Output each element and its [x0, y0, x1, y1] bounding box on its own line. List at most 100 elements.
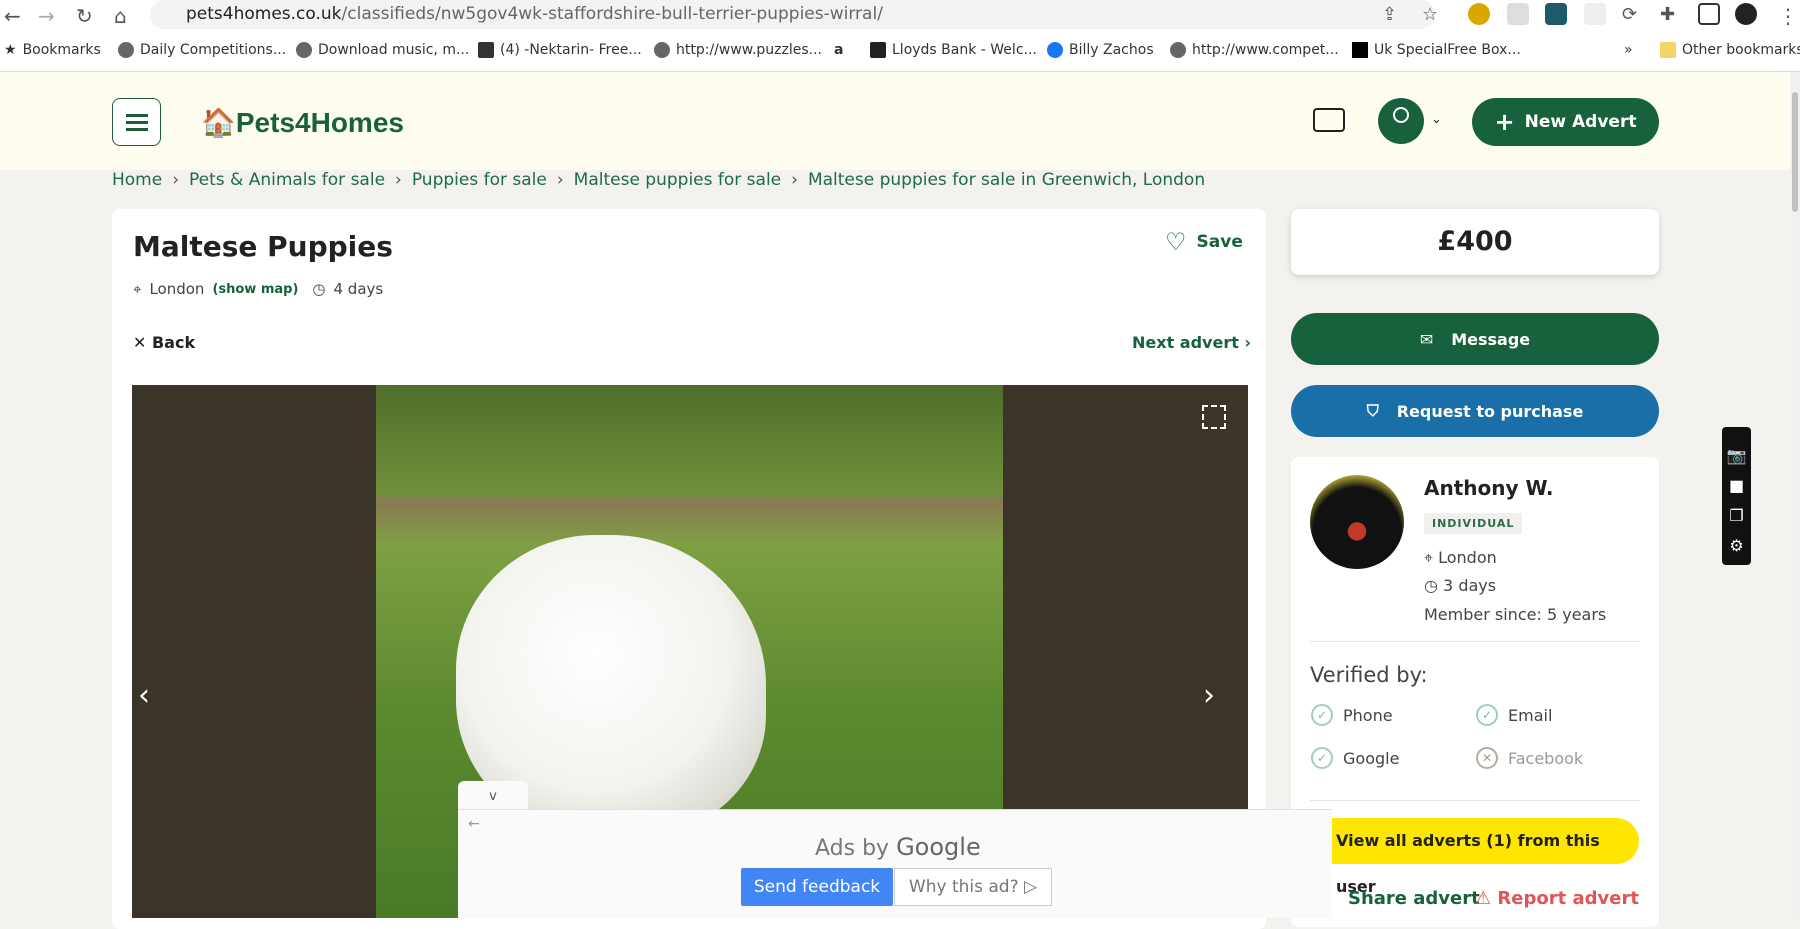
address-bar[interactable]: pets4homes.co.uk/classifieds/nw5gov4wk-s…: [150, 0, 1435, 29]
google-wordmark: Google: [896, 833, 981, 861]
user-account-button[interactable]: [1378, 98, 1424, 144]
save-button[interactable]: ♡ Save: [1165, 228, 1243, 256]
divider: [1310, 641, 1640, 642]
send-feedback-button[interactable]: Send feedback: [741, 868, 893, 906]
save-label: Save: [1196, 232, 1243, 252]
check-circle-icon: ✓: [1311, 747, 1333, 769]
bookmark[interactable]: Uk SpecialFree Box...: [1352, 42, 1521, 58]
why-this-ad-button[interactable]: Why this ad? ▷: [894, 868, 1052, 906]
share-icon[interactable]: ⇪: [1382, 4, 1397, 25]
bookmark[interactable]: http://www.compet...: [1170, 42, 1339, 58]
chevron-right-icon: ›: [395, 170, 402, 190]
seller-location: ⌖ London: [1424, 548, 1497, 568]
star-icon[interactable]: ☆: [1422, 4, 1438, 25]
bookmark[interactable]: Daily Competitions...: [118, 42, 286, 58]
bookmark[interactable]: Download music, m...: [296, 42, 469, 58]
member-since-value: 5 years: [1546, 605, 1607, 624]
view-all-adverts-button[interactable]: View all adverts (1) from this user: [1332, 818, 1639, 896]
bookmark-label: Uk SpecialFree Box...: [1374, 42, 1521, 58]
bookmark-label: http://www.puzzles...: [676, 42, 823, 58]
message-button[interactable]: ✉ Message: [1291, 313, 1659, 365]
verified-label: Google: [1343, 748, 1400, 768]
bookmarks-star[interactable]: ★ Bookmarks: [4, 42, 101, 58]
seller-location-text: London: [1438, 548, 1497, 567]
globe-icon: [654, 42, 670, 58]
chevron-down-icon[interactable]: ⌄: [1431, 112, 1442, 127]
fullscreen-icon[interactable]: [1202, 405, 1226, 429]
previous-image-arrow[interactable]: ‹: [138, 678, 150, 713]
mail-icon: ✉: [1419, 329, 1434, 349]
check-circle-icon: ✓: [1311, 704, 1333, 726]
chevron-right-icon: ›: [791, 170, 798, 190]
breadcrumb-link[interactable]: Puppies for sale: [412, 170, 547, 190]
back-link[interactable]: ✕ Back: [133, 333, 195, 352]
horse-icon: [870, 42, 886, 58]
next-image-arrow[interactable]: ›: [1203, 678, 1215, 713]
verified-google: ✓ Google: [1311, 747, 1399, 769]
bookmark[interactable]: Billy Zachos: [1047, 42, 1154, 58]
page-scrollbar[interactable]: [1790, 72, 1800, 918]
logo[interactable]: 🏠Pets4Homes: [201, 106, 404, 139]
ads-by-google: Ads by Google: [815, 833, 981, 861]
breadcrumb-link[interactable]: Maltese puppies for sale in Greenwich, L…: [808, 170, 1205, 190]
mail-icon[interactable]: [1313, 108, 1345, 132]
bookmark[interactable]: Lloyds Bank - Welc...: [870, 42, 1037, 58]
more-bookmarks[interactable]: »: [1624, 42, 1633, 58]
camera-icon[interactable]: 📷: [1722, 441, 1751, 471]
back-arrow-icon[interactable]: ←: [4, 4, 21, 28]
location-pin-icon: ⌖: [133, 280, 142, 298]
sidebar-icon[interactable]: [1698, 3, 1720, 25]
extension-icon[interactable]: [1545, 3, 1567, 25]
extension-icon[interactable]: [1507, 3, 1529, 25]
report-advert-link[interactable]: ⚠ Report advert: [1475, 888, 1639, 909]
verified-facebook: ✕ Facebook: [1476, 747, 1583, 769]
site-icon: [478, 42, 494, 58]
sync-icon[interactable]: ⟳: [1622, 4, 1637, 25]
hamburger-menu-button[interactable]: [112, 98, 161, 146]
check-circle-icon: ✓: [1476, 704, 1498, 726]
listing-title: Maltese Puppies: [133, 230, 393, 263]
profile-avatar[interactable]: [1735, 3, 1757, 25]
breadcrumb-link[interactable]: Home: [112, 170, 162, 190]
facebook-icon: [1047, 42, 1063, 58]
breadcrumb-link[interactable]: Pets & Animals for sale: [189, 170, 385, 190]
bookmark-label: http://www.compet...: [1192, 42, 1339, 58]
gear-icon[interactable]: ⚙: [1722, 531, 1751, 561]
verified-label: Phone: [1343, 705, 1393, 725]
show-map-link[interactable]: (show map): [212, 282, 298, 297]
other-bookmarks[interactable]: Other bookmarks: [1660, 42, 1800, 58]
video-icon[interactable]: ■: [1722, 471, 1751, 501]
bookmark[interactable]: (4) -Nektarin- Free...: [478, 42, 642, 58]
ads-by-label: Ads by: [815, 836, 890, 861]
breadcrumb-link[interactable]: Maltese puppies for sale: [574, 170, 781, 190]
extension-icon[interactable]: [1468, 3, 1490, 25]
scrollbar-thumb[interactable]: [1792, 92, 1798, 212]
shield-pound-icon: ⛉: [1366, 401, 1379, 420]
new-advert-label: New Advert: [1524, 112, 1637, 132]
share-advert-link[interactable]: Share advert: [1348, 888, 1480, 909]
globe-icon: [1170, 42, 1186, 58]
capture-toolbar: 📷 ■ ❐ ⚙: [1722, 427, 1751, 565]
forward-arrow-icon[interactable]: →: [38, 4, 55, 28]
verified-label: Facebook: [1508, 748, 1584, 768]
bookmark-amazon[interactable]: a: [834, 42, 843, 58]
bookmark[interactable]: http://www.puzzles...: [654, 42, 822, 58]
seller-age: ◷ 3 days: [1424, 576, 1496, 595]
puzzle-icon[interactable]: ✚: [1660, 4, 1675, 25]
windows-icon[interactable]: ❐: [1722, 501, 1751, 531]
extension-icon[interactable]: [1584, 3, 1606, 25]
kebab-menu-icon[interactable]: ⋮: [1778, 4, 1798, 28]
ad-collapse-tab[interactable]: v: [458, 781, 528, 811]
report-label: Report advert: [1497, 888, 1639, 909]
request-to-purchase-button[interactable]: ⛉ Request to purchase: [1291, 385, 1659, 437]
reload-icon[interactable]: ↻: [76, 4, 93, 28]
new-advert-button[interactable]: + New Advert: [1472, 98, 1659, 146]
back-arrow-icon[interactable]: ←: [468, 816, 480, 832]
home-icon[interactable]: ⌂: [114, 4, 127, 28]
listing-age: 4 days: [333, 280, 384, 298]
next-advert-link[interactable]: Next advert ›: [1132, 333, 1251, 352]
seller-age-text: 3 days: [1443, 576, 1497, 595]
verified-email: ✓ Email: [1476, 704, 1552, 726]
bookmark-label: Other bookmarks: [1682, 42, 1800, 58]
next-label: Next advert: [1132, 333, 1239, 352]
